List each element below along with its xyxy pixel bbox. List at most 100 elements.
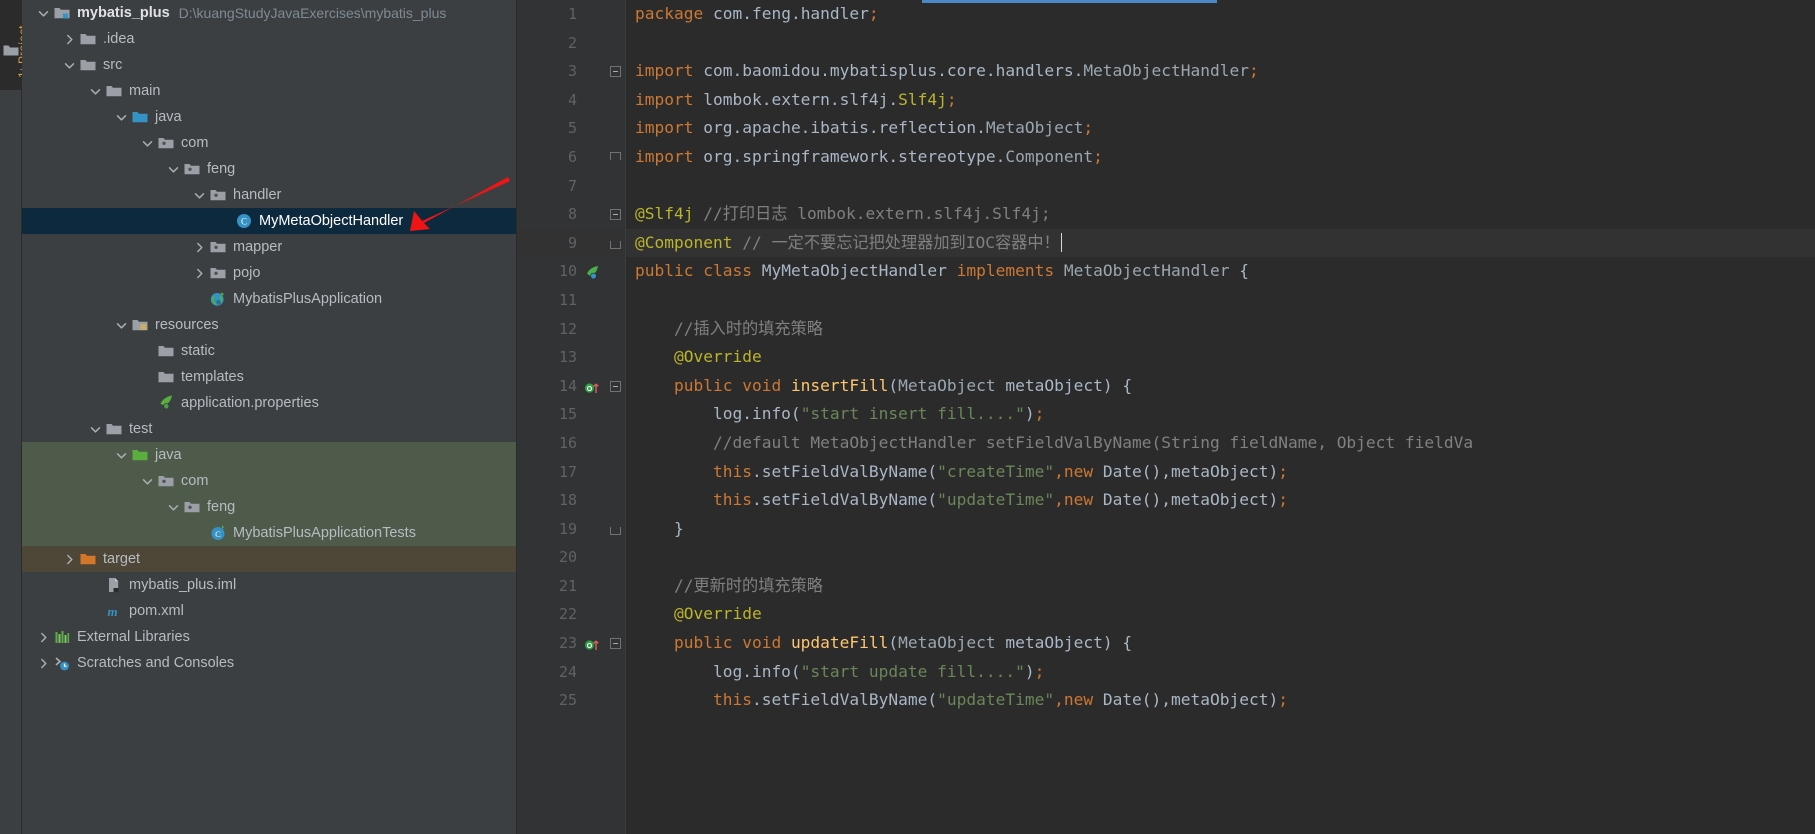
tree-item-mybatis-plus[interactable]: mybatis_plus D:\kuangStudyJavaExercises\m…: [22, 0, 516, 26]
tree-item-com[interactable]: com: [22, 130, 516, 156]
tree-item-feng[interactable]: feng: [22, 494, 516, 520]
code-line[interactable]: //default MetaObjectHandler setFieldValB…: [625, 429, 1815, 458]
gutter-line[interactable]: 4: [517, 86, 625, 115]
gutter-line[interactable]: 24: [517, 658, 625, 687]
tree-item-java[interactable]: java: [22, 104, 516, 130]
code-line[interactable]: //插入时的填充策略: [625, 315, 1815, 344]
chevron-right-icon[interactable]: [36, 630, 51, 645]
gutter-line[interactable]: 21: [517, 572, 625, 601]
chevron-down-icon[interactable]: [166, 500, 181, 515]
code-line[interactable]: log.info("start update fill....");: [625, 658, 1815, 687]
tree-item-resources[interactable]: resources: [22, 312, 516, 338]
code-line[interactable]: public void insertFill(MetaObject metaOb…: [625, 372, 1815, 401]
editor-code-area[interactable]: package com.feng.handler; import com.baom…: [625, 0, 1815, 834]
chevron-down-icon[interactable]: [114, 110, 129, 125]
code-line[interactable]: @Override: [625, 343, 1815, 372]
tree-item-application-properties[interactable]: application.properties: [22, 390, 516, 416]
code-line[interactable]: //更新时的填充策略: [625, 572, 1815, 601]
code-line[interactable]: [625, 286, 1815, 315]
chevron-right-icon[interactable]: [62, 552, 77, 567]
tree-item-pom-xml[interactable]: m pom.xml: [22, 598, 516, 624]
code-fold-minus-icon[interactable]: [610, 380, 621, 392]
code-line[interactable]: public void updateFill(MetaObject metaOb…: [625, 629, 1815, 658]
code-line[interactable]: import lombok.extern.slf4j.Slf4j;: [625, 86, 1815, 115]
project-tool-window[interactable]: mybatis_plus D:\kuangStudyJavaExercises\m…: [22, 0, 517, 834]
gutter-line[interactable]: 18: [517, 486, 625, 515]
tree-item-main[interactable]: main: [22, 78, 516, 104]
chevron-down-icon[interactable]: [88, 84, 103, 99]
chevron-right-icon[interactable]: [192, 266, 207, 281]
tree-item-scratches-and-consoles[interactable]: Scratches and Consoles: [22, 650, 516, 676]
tree-item-com[interactable]: com: [22, 468, 516, 494]
code-line[interactable]: package com.feng.handler;: [625, 0, 1815, 29]
tree-item-templates[interactable]: templates: [22, 364, 516, 390]
tree-item-src[interactable]: src: [22, 52, 516, 78]
gutter-line[interactable]: 5: [517, 114, 625, 143]
gutter-line[interactable]: 20: [517, 543, 625, 572]
chevron-down-icon[interactable]: [140, 136, 155, 151]
chevron-right-icon[interactable]: [62, 32, 77, 47]
code-line[interactable]: @Component // 一定不要忘记把处理器加到IOC容器中！: [625, 228, 1815, 258]
gutter-line[interactable]: 15: [517, 400, 625, 429]
gutter-line[interactable]: 25: [517, 686, 625, 715]
tree-item-target[interactable]: target: [22, 546, 516, 572]
chevron-down-icon[interactable]: [88, 422, 103, 437]
code-line[interactable]: [625, 29, 1815, 58]
code-line[interactable]: import com.baomidou.mybatisplus.core.han…: [625, 57, 1815, 86]
override-method-icon[interactable]: O: [584, 635, 601, 652]
code-line[interactable]: log.info("start insert fill....");: [625, 400, 1815, 429]
tree-item-mybatis-plus-iml[interactable]: mybatis_plus.iml: [22, 572, 516, 598]
gutter-line[interactable]: 22: [517, 600, 625, 629]
chevron-down-icon[interactable]: [166, 162, 181, 177]
code-line[interactable]: this.setFieldValByName("createTime",new …: [625, 458, 1815, 487]
chevron-down-icon[interactable]: [114, 318, 129, 333]
chevron-down-icon[interactable]: [140, 474, 155, 489]
code-line[interactable]: this.setFieldValByName("updateTime",new …: [625, 486, 1815, 515]
tree-item-mapper[interactable]: mapper: [22, 234, 516, 260]
chevron-down-icon[interactable]: [36, 6, 51, 21]
gutter-line[interactable]: 19: [517, 515, 625, 544]
gutter-line[interactable]: 10: [517, 257, 625, 286]
gutter-line[interactable]: 12: [517, 315, 625, 344]
tree-item-external-libraries[interactable]: External Libraries: [22, 624, 516, 650]
code-line[interactable]: import org.springframework.stereotype.Co…: [625, 143, 1815, 172]
tree-item-idea[interactable]: .idea: [22, 26, 516, 52]
gutter-line[interactable]: 13: [517, 343, 625, 372]
code-line[interactable]: [625, 543, 1815, 572]
gutter-line[interactable]: 6: [517, 143, 625, 172]
gutter-line[interactable]: 1: [517, 0, 625, 29]
tree-item-test[interactable]: test: [22, 416, 516, 442]
code-fold-minus-icon[interactable]: [610, 66, 621, 78]
gutter-line[interactable]: 16: [517, 429, 625, 458]
override-method-icon[interactable]: O: [584, 378, 601, 395]
gutter-line[interactable]: 9: [517, 228, 625, 258]
gutter-line[interactable]: 8: [517, 200, 625, 229]
gutter-line[interactable]: 3: [517, 57, 625, 86]
code-editor[interactable]: 1 2 3 4 5 6 7 8 9 10 11 12 13 14 O 15 16 17 18 19 20 21 22 23 O 2…: [517, 0, 1815, 834]
code-fold-minus-icon[interactable]: [610, 638, 621, 650]
tree-item-pojo[interactable]: pojo: [22, 260, 516, 286]
gutter-line[interactable]: 14 O: [517, 372, 625, 401]
tree-item-java[interactable]: java: [22, 442, 516, 468]
code-fold-minus-icon[interactable]: [610, 209, 621, 221]
code-line[interactable]: @Slf4j //打印日志 lombok.extern.slf4j.Slf4j;: [625, 200, 1815, 229]
code-fold-bot-icon[interactable]: [610, 526, 621, 535]
code-line[interactable]: [625, 172, 1815, 201]
code-fold-bot-icon[interactable]: [610, 240, 621, 249]
editor-gutter[interactable]: 1 2 3 4 5 6 7 8 9 10 11 12 13 14 O 15 16 17 18 19 20 21 22 23 O 2…: [517, 0, 625, 834]
gutter-line[interactable]: 2: [517, 29, 625, 58]
chevron-down-icon[interactable]: [62, 58, 77, 73]
code-line[interactable]: public class MyMetaObjectHandler impleme…: [625, 257, 1815, 286]
gutter-line[interactable]: 23 O: [517, 629, 625, 658]
tree-item-static[interactable]: static: [22, 338, 516, 364]
chevron-down-icon[interactable]: [114, 448, 129, 463]
code-line[interactable]: this.setFieldValByName("updateTime",new …: [625, 686, 1815, 715]
chevron-right-icon[interactable]: [192, 240, 207, 255]
code-line[interactable]: }: [625, 515, 1815, 544]
code-line[interactable]: import org.apache.ibatis.reflection.Meta…: [625, 114, 1815, 143]
code-line[interactable]: @Override: [625, 600, 1815, 629]
gutter-line[interactable]: 11: [517, 286, 625, 315]
chevron-down-icon[interactable]: [192, 188, 207, 203]
tree-item-feng[interactable]: feng: [22, 156, 516, 182]
code-fold-top-icon[interactable]: [610, 151, 621, 160]
